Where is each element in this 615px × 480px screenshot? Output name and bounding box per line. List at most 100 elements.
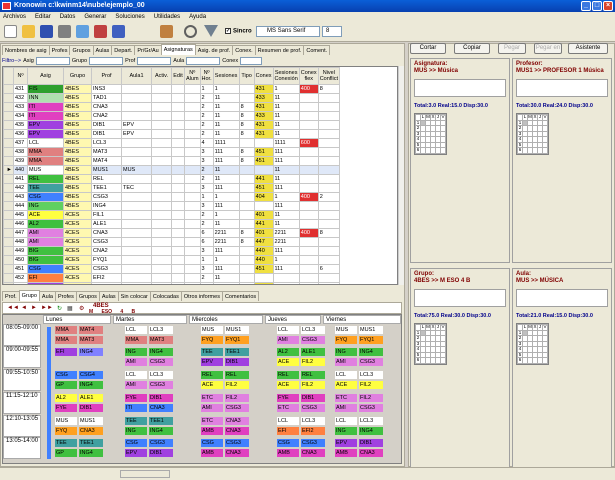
cell-flex[interactable]: [298, 264, 319, 274]
cell-prof[interactable]: TEE1: [91, 183, 122, 193]
cell-conex[interactable]: 431: [253, 120, 274, 130]
cell-activ[interactable]: [151, 84, 172, 94]
cell-conex[interactable]: 433: [253, 111, 274, 121]
cell-edit[interactable]: [171, 237, 185, 247]
table-row[interactable]: 434 ITI 4BES CNA2 2 11 8 433 11: [3, 111, 341, 121]
tab-4[interactable]: Depart.: [111, 45, 136, 55]
schedule-slot-asig[interactable]: EFI: [55, 348, 77, 356]
cell-grupo[interactable]: 4CES: [63, 237, 92, 247]
schedule-slot-prof[interactable]: DIB1: [79, 404, 103, 412]
schedule-slot-prof[interactable]: ING4: [79, 449, 103, 457]
table-row[interactable]: 431 FIS 4BES INS3 1 1 431 1 400 8: [3, 84, 341, 94]
lower-tab-8[interactable]: Otros informes: [180, 291, 223, 301]
cell-sesiones[interactable]: 11: [212, 120, 240, 130]
cell-edit[interactable]: [171, 147, 185, 157]
cell-sesiones[interactable]: 11: [212, 93, 240, 103]
cell-nivel[interactable]: [317, 156, 341, 166]
cell-prof[interactable]: CNA3: [91, 102, 122, 112]
schedule-slot-asig[interactable]: AMI: [201, 404, 223, 412]
cell-aula[interactable]: [121, 174, 152, 184]
cell-aula[interactable]: [121, 273, 152, 283]
cell-nivel[interactable]: [317, 111, 341, 121]
cell-num[interactable]: 446: [13, 219, 28, 229]
tab-8[interactable]: Conex.: [232, 45, 256, 55]
cell-conex[interactable]: 440: [253, 255, 274, 265]
cell-grupo[interactable]: 4BES: [63, 84, 92, 94]
cell-sescon[interactable]: 111: [272, 282, 300, 284]
cell-num[interactable]: 443: [13, 192, 28, 202]
schedule-slot-asig[interactable]: ACE: [335, 381, 357, 389]
cell-conex[interactable]: 447: [253, 237, 274, 247]
schedule-slot-asig[interactable]: ETC: [201, 394, 223, 402]
menu-soluciones[interactable]: Soluciones: [115, 12, 144, 22]
table-row[interactable]: 436 EPV 4BES DIB1 EPV 2 11 8 431 11: [3, 129, 341, 139]
cell-grupo[interactable]: 4BES: [63, 138, 92, 148]
cell-aula[interactable]: EPV: [121, 129, 152, 139]
cell-num[interactable]: 448: [13, 237, 28, 247]
cell-nivel[interactable]: [317, 120, 341, 130]
table-row[interactable]: 437 LCL 4BES LCL3 4 1111 1111 600: [3, 138, 341, 148]
lower-tab-5[interactable]: Aulas: [98, 291, 119, 301]
grid-header[interactable]: Sesiones: [212, 67, 240, 85]
cell-flex[interactable]: [298, 282, 319, 284]
cell-grupo[interactable]: 4BES: [63, 156, 92, 166]
cell-sesiones[interactable]: 1: [212, 84, 240, 94]
cell-nivel[interactable]: 6: [317, 264, 341, 274]
schedule-slot-prof[interactable]: TEE1: [79, 439, 103, 447]
grupo-notes-box[interactable]: [414, 289, 506, 307]
cell-asig[interactable]: CSG: [27, 264, 64, 274]
cell-aula[interactable]: [121, 219, 152, 229]
cell-sesiones[interactable]: 11: [212, 174, 240, 184]
cell-activ[interactable]: [151, 273, 172, 283]
cell-grupo[interactable]: 4CES: [63, 228, 92, 238]
cell-sescon[interactable]: 1111: [272, 138, 300, 148]
cell-prof[interactable]: CNA2: [91, 111, 122, 121]
lower-tab-7[interactable]: Colocadas: [149, 291, 182, 301]
cell-aula[interactable]: MUS: [121, 165, 152, 175]
cell-edit[interactable]: [171, 165, 185, 175]
save-icon[interactable]: [40, 25, 53, 38]
schedule-slot-prof[interactable]: FIL2: [359, 381, 383, 389]
cell-flex[interactable]: [298, 183, 319, 193]
tab-7[interactable]: Asig. de prof.: [194, 45, 234, 55]
cell-grupo[interactable]: 4BES: [63, 201, 92, 211]
cell-activ[interactable]: [151, 93, 172, 103]
cell-hor[interactable]: 4: [199, 138, 214, 148]
cell-prof[interactable]: DIB1: [91, 282, 122, 284]
mini-cell[interactable]: [440, 147, 446, 154]
grid-header[interactable]: Nº: [13, 67, 28, 85]
cell-grupo[interactable]: 4BES: [63, 120, 92, 130]
cell-sesiones[interactable]: 2211: [212, 237, 240, 247]
cell-num[interactable]: 444: [13, 201, 28, 211]
cell-flex[interactable]: [298, 129, 319, 139]
schedule-slot-asig[interactable]: MMA: [55, 336, 77, 344]
table-row[interactable]: 453EPV4CESDIB1EPV31118440111: [3, 282, 341, 284]
cell-sescon[interactable]: 111: [272, 201, 300, 211]
cell-conex[interactable]: 451: [253, 147, 274, 157]
cell-flex[interactable]: [298, 120, 319, 130]
cell-activ[interactable]: [151, 282, 172, 284]
schedule-slot-asig[interactable]: AMI: [277, 336, 299, 344]
cell-prof[interactable]: DIB1: [91, 129, 122, 139]
cell-nivel[interactable]: [317, 201, 341, 211]
cell-sescon[interactable]: 1: [272, 192, 300, 202]
cell-edit[interactable]: [171, 201, 185, 211]
sincro-checkbox[interactable]: ✓ Sincro: [225, 28, 252, 35]
schedule-slot-prof[interactable]: CSG3: [301, 336, 325, 344]
cell-edit[interactable]: [171, 264, 185, 274]
schedule-slot-prof[interactable]: DIB1: [149, 449, 173, 457]
mini-cell[interactable]: [542, 357, 548, 364]
btn-asistente[interactable]: Asistente: [568, 43, 608, 54]
cell-activ[interactable]: [151, 138, 172, 148]
cell-edit[interactable]: [171, 102, 185, 112]
aula-notes-box[interactable]: [516, 289, 608, 307]
cell-num[interactable]: 434: [13, 111, 28, 121]
cell-tipo[interactable]: [238, 84, 255, 94]
cell-nivel[interactable]: [317, 147, 341, 157]
schedule-slot-asig[interactable]: ETC: [201, 417, 223, 425]
cell-hor[interactable]: 3: [199, 156, 214, 166]
cell-activ[interactable]: [151, 174, 172, 184]
cell-tipo[interactable]: 8: [238, 102, 255, 112]
table-row[interactable]: 439 MMA 4BES MAT4 3 111 8 451 111: [3, 156, 341, 166]
schedule-slot-asig[interactable]: AMI: [335, 404, 357, 412]
